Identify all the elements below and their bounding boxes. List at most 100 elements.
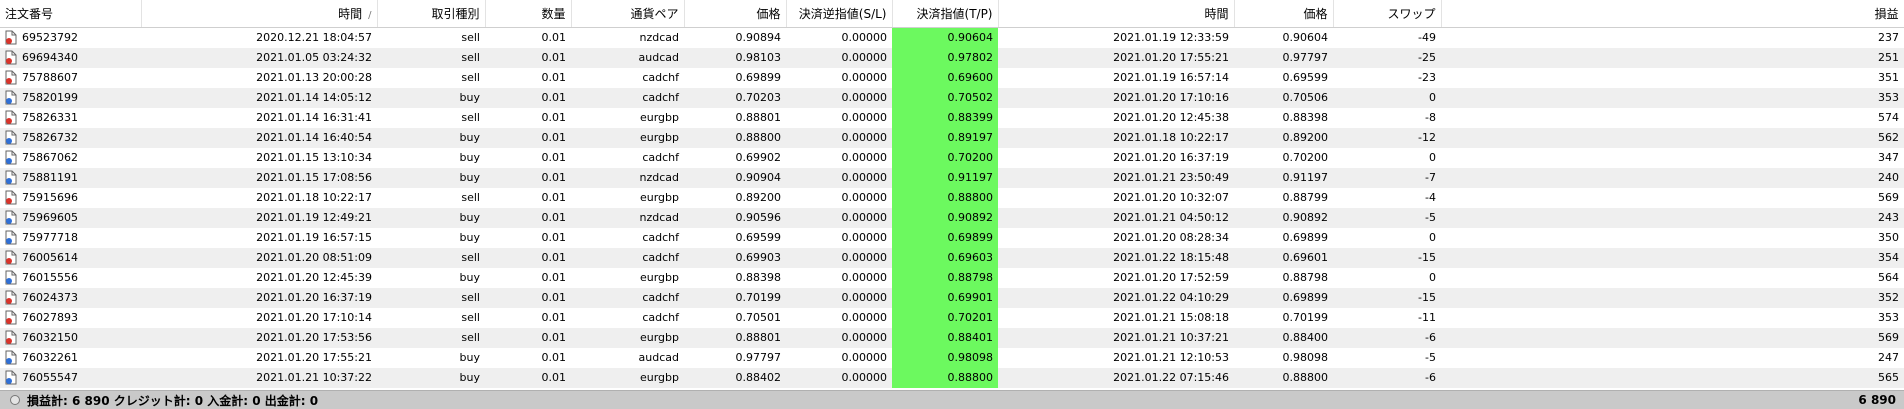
col-header-close-time[interactable]: 時間: [998, 0, 1235, 28]
cell-tp: 0.90892: [892, 207, 998, 228]
cell-type: buy: [377, 207, 485, 228]
cell-type: buy: [459, 270, 480, 284]
table-row[interactable]: 75820199 2021.01.14 14:05:12 buy 0.01 cadchf…: [0, 87, 1904, 108]
cell-close-price: 0.88398: [1282, 110, 1329, 124]
cell-profit: 347: [1878, 150, 1899, 164]
cell-close-price: 0.98098: [1282, 350, 1329, 364]
cell-open-price: 0.97797: [735, 350, 782, 364]
col-header-ticket[interactable]: 注文番号: [0, 0, 142, 28]
table-row[interactable]: 76024373 2021.01.20 16:37:19 sell 0.01 cadch…: [0, 287, 1904, 308]
document-buy-icon: [5, 130, 17, 145]
cell-sl: 0.00000: [841, 350, 888, 364]
cell-ticket: 76015556: [0, 268, 141, 288]
document-sell-icon: [5, 110, 17, 125]
cell-type: sell: [377, 47, 485, 68]
cell-volume: 0.01: [485, 367, 571, 388]
col-header-open-time[interactable]: 時間 /: [141, 0, 378, 28]
cell-open-price: 0.70199: [684, 287, 786, 308]
table-row[interactable]: 75826331 2021.01.14 16:31:41 sell 0.01 eurgb…: [0, 107, 1904, 128]
table-row[interactable]: 76032261 2021.01.20 17:55:21 buy 0.01 audcad…: [0, 347, 1904, 368]
cell-close-price: 0.91197: [1234, 167, 1333, 188]
col-header-profit[interactable]: 損益: [1441, 0, 1904, 28]
cell-swap: -7: [1333, 167, 1441, 188]
table-row[interactable]: 76015556 2021.01.20 12:45:39 buy 0.01 eurgbp…: [0, 267, 1904, 288]
cell-open-price: 0.88402: [684, 367, 786, 388]
table-row[interactable]: 75788607 2021.01.13 20:00:28 sell 0.01 cadch…: [0, 67, 1904, 88]
table-row[interactable]: 69523792 2020.12.21 18:04:57 sell 0.01 nzdca…: [0, 27, 1904, 48]
cell-open-time: 2021.01.20 17:10:14: [256, 310, 372, 324]
cell-volume: 0.01: [485, 167, 571, 188]
cell-tp: 0.88800: [892, 367, 998, 388]
table-row[interactable]: 75881191 2021.01.15 17:08:56 buy 0.01 nzdcad…: [0, 167, 1904, 188]
table-row[interactable]: 76032150 2021.01.20 17:53:56 sell 0.01 eurgb…: [0, 327, 1904, 348]
table-row[interactable]: 76005614 2021.01.20 08:51:09 sell 0.01 cadch…: [0, 247, 1904, 268]
cell-close-price: 0.88800: [1234, 367, 1333, 388]
ticket-number: 76027893: [22, 310, 78, 324]
cell-sl: 0.00000: [786, 287, 892, 308]
col-header-sl[interactable]: 決済逆指値(S/L): [786, 0, 893, 28]
cell-type: buy: [377, 127, 485, 148]
cell-swap: -12: [1333, 127, 1441, 148]
history-table: 注文番号 時間 / 取引種別 数量 通貨ペア 価格 決済逆指値(S/L) 決済指値…: [0, 0, 1904, 388]
cell-open-time: 2021.01.20 17:55:21: [256, 350, 372, 364]
cell-sl: 0.00000: [786, 127, 892, 148]
cell-symbol: cadchf: [571, 247, 684, 268]
cell-volume: 0.01: [541, 350, 567, 364]
cell-open-time: 2021.01.14 16:40:54: [141, 127, 377, 148]
col-header-volume[interactable]: 数量: [485, 0, 572, 28]
cell-volume: 0.01: [541, 150, 567, 164]
summary-total: 6 890: [1858, 393, 1896, 407]
col-header-swap[interactable]: スワップ: [1333, 0, 1442, 28]
cell-open-price: 0.89200: [735, 190, 782, 204]
document-buy-icon: [5, 370, 17, 385]
cell-close-price: 0.90604: [1282, 30, 1329, 44]
cell-profit: 251: [1441, 47, 1904, 68]
cell-open-price: 0.70501: [735, 310, 782, 324]
ticket-number: 69694340: [22, 50, 78, 64]
cell-ticket: 75969605: [0, 207, 141, 228]
table-row[interactable]: 75969605 2021.01.19 12:49:21 buy 0.01 nzdcad…: [0, 207, 1904, 228]
cell-symbol: nzdcad: [571, 167, 684, 188]
cell-sl: 0.00000: [841, 310, 888, 324]
cell-close-time: 2021.01.21 04:50:12: [998, 207, 1234, 228]
cell-tp: 0.70200: [892, 147, 998, 168]
cell-open-time: 2020.12.21 18:04:57: [256, 30, 372, 44]
cell-volume: 0.01: [485, 327, 571, 348]
cell-swap: -5: [1425, 350, 1436, 364]
cell-symbol: nzdcad: [639, 30, 680, 44]
table-row[interactable]: 69694340 2021.01.05 03:24:32 sell 0.01 audca…: [0, 47, 1904, 68]
col-header-type[interactable]: 取引種別: [377, 0, 486, 28]
cell-ticket: 69694340: [0, 47, 141, 68]
col-header-symbol[interactable]: 通貨ペア: [571, 0, 685, 28]
cell-close-price: 0.88799: [1282, 190, 1329, 204]
document-sell-icon: [5, 70, 17, 85]
cell-open-time: 2021.01.05 03:24:32: [141, 47, 377, 68]
table-row[interactable]: 75867062 2021.01.15 13:10:34 buy 0.01 cadchf…: [0, 147, 1904, 168]
table-row[interactable]: 75915696 2021.01.18 10:22:17 sell 0.01 eurgb…: [0, 187, 1904, 208]
cell-volume: 0.01: [485, 127, 571, 148]
cell-symbol: eurgbp: [639, 270, 679, 284]
cell-open-price: 0.88801: [684, 327, 786, 348]
col-header-close-price[interactable]: 価格: [1234, 0, 1334, 28]
col-header-tp[interactable]: 決済指値(T/P): [892, 0, 999, 28]
table-row[interactable]: 75977718 2021.01.19 16:57:15 buy 0.01 cadchf…: [0, 227, 1904, 248]
cell-close-price: 0.88400: [1234, 327, 1333, 348]
table-row[interactable]: 75826732 2021.01.14 16:40:54 buy 0.01 eurgbp…: [0, 127, 1904, 148]
cell-type: buy: [377, 87, 485, 108]
cell-profit: 565: [1441, 367, 1904, 388]
table-row[interactable]: 76027893 2021.01.20 17:10:14 sell 0.01 cadch…: [0, 307, 1904, 328]
cell-close-time: 2021.01.19 12:33:59: [1113, 30, 1229, 44]
cell-type: sell: [377, 247, 485, 268]
ticket-number: 75826331: [22, 110, 78, 124]
table-row[interactable]: 76055547 2021.01.21 10:37:22 buy 0.01 eurgbp…: [0, 367, 1904, 388]
cell-symbol: eurgbp: [639, 110, 679, 124]
cell-open-time: 2021.01.15 17:08:56: [141, 167, 377, 188]
header-row: 注文番号 時間 / 取引種別 数量 通貨ペア 価格 決済逆指値(S/L) 決済指値…: [0, 0, 1904, 28]
cell-close-time: 2021.01.21 23:50:49: [998, 167, 1234, 188]
col-header-open-price[interactable]: 価格: [684, 0, 787, 28]
cell-ticket: 75826732: [0, 127, 141, 148]
cell-open-time: 2021.01.20 17:53:56: [141, 327, 377, 348]
cell-open-time: 2021.01.15 13:10:34: [256, 150, 372, 164]
document-buy-icon: [5, 350, 17, 365]
cell-volume: 0.01: [541, 190, 567, 204]
